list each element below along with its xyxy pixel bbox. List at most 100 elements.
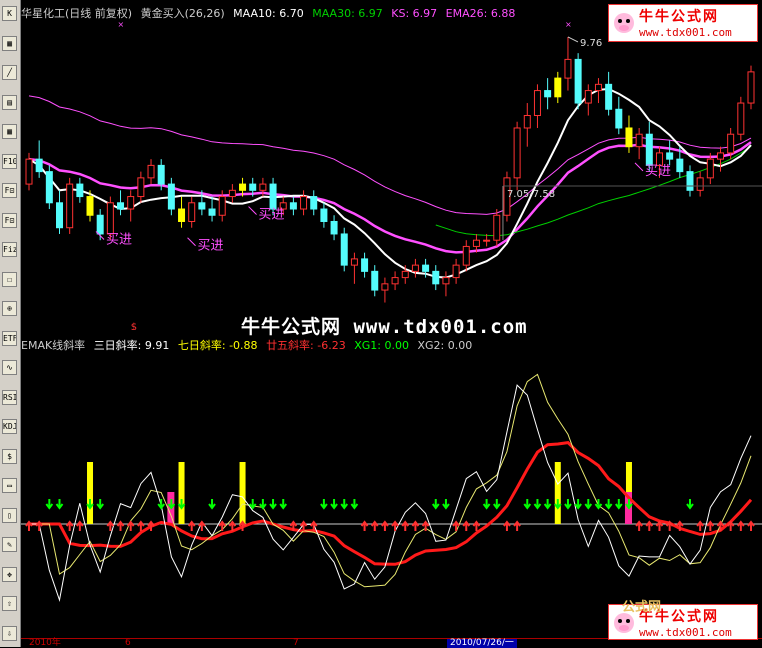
fiz-icon[interactable]: Fiz: [2, 242, 17, 257]
etf-icon[interactable]: ETF: [2, 330, 17, 346]
logo-url: www.tdx001.com: [639, 26, 732, 39]
down-signal-arrow: [442, 499, 450, 510]
up-signal-arrow: [381, 520, 389, 531]
down-signal-arrow: [157, 499, 165, 510]
price-panel[interactable]: 买进买进买进买进9.767.05-7.58×××$: [21, 0, 762, 330]
candle-chart-icon[interactable]: K: [2, 6, 17, 21]
down-signal-arrow: [543, 499, 552, 510]
pencil-icon[interactable]: ✎: [2, 537, 17, 552]
up-signal-arrow: [462, 520, 471, 531]
candle: [371, 270, 379, 291]
letter-box-icon[interactable]: ☐: [2, 271, 17, 287]
maa10-line: [28, 87, 752, 279]
slope3-line: [29, 384, 752, 602]
stock-s-icon[interactable]: $: [2, 448, 17, 464]
export-icon[interactable]: ▯: [2, 507, 17, 523]
candle: [442, 277, 450, 285]
line-chart-icon[interactable]: ╱: [2, 65, 17, 80]
signal-bar: [239, 462, 246, 524]
range-label: 7.05-7.58: [507, 189, 555, 200]
candle: [198, 202, 206, 210]
main-header: 华星化工(日线 前复权) 黄金买入(26,26) MAA10: 6.70 MAA…: [21, 5, 520, 21]
down-signal-arrow: [564, 499, 572, 510]
drawing-icon[interactable]: ▭: [2, 478, 17, 493]
f10-detail-icon[interactable]: F⊡: [2, 183, 17, 198]
maa30-value: MAA30: 6.97: [312, 7, 383, 20]
slope-panel[interactable]: [21, 334, 762, 634]
signal-bar: [554, 462, 561, 524]
up-signal-arrow: [370, 520, 379, 531]
candle: [747, 71, 755, 104]
candle: [686, 171, 694, 191]
kdj-icon[interactable]: KDJ: [2, 419, 17, 434]
watermark-text: 牛牛公式网 www.tdx001.com: [241, 316, 528, 338]
up-signal-arrow: [116, 520, 125, 531]
ema26-value: EMA26: 6.88: [445, 7, 516, 20]
candle: [411, 264, 419, 272]
slope25-line: [29, 441, 753, 566]
candle: [554, 77, 562, 98]
candle: [513, 127, 521, 179]
down-signal-arrow: [523, 499, 532, 510]
wave-icon[interactable]: ∿: [2, 360, 17, 375]
buy-label: 买进: [198, 239, 224, 254]
buy-arrow: [248, 206, 257, 215]
table-icon[interactable]: ▦: [2, 35, 17, 51]
candle: [117, 202, 125, 210]
candle: [208, 208, 216, 216]
bar-view-icon[interactable]: ▤: [2, 94, 17, 110]
calendar-icon[interactable]: ▦: [2, 124, 17, 139]
up-signal-arrow: [503, 520, 511, 531]
down-signal-arrow: [584, 499, 593, 510]
candle: [157, 164, 165, 185]
slope7-line: [29, 373, 752, 588]
candle: [696, 177, 704, 191]
candle: [228, 189, 236, 198]
move-arrows-icon[interactable]: ✥: [2, 566, 17, 582]
indicator-name: 黄金买入(26,26): [140, 7, 225, 20]
f10-news-icon[interactable]: F⊡: [2, 212, 17, 228]
up-signal-arrow: [655, 520, 664, 531]
top-marker: ×: [118, 20, 125, 29]
logo-url: www.tdx001.com: [639, 626, 732, 639]
candle: [727, 133, 735, 154]
candle: [625, 127, 633, 148]
down-arrow-icon[interactable]: ⇩: [2, 625, 17, 641]
candle: [564, 58, 572, 79]
candle: [106, 202, 114, 235]
candle: [320, 208, 328, 222]
up-signal-arrow: [726, 520, 735, 531]
candle: [645, 133, 653, 166]
candle: [259, 183, 267, 191]
buy-arrow: [187, 237, 196, 247]
candle: [350, 258, 358, 266]
candle: [127, 196, 135, 210]
down-signal-arrow: [533, 499, 542, 510]
candle: [96, 214, 104, 235]
rsi-icon[interactable]: RSI: [2, 389, 17, 405]
zoom-icon[interactable]: ⊕: [2, 301, 17, 316]
up-signal-arrow: [411, 520, 420, 531]
buy-label: 买进: [645, 164, 671, 179]
up-arrow-icon[interactable]: ⇧: [2, 596, 17, 611]
high-label: 9.76: [580, 38, 602, 49]
candle: [269, 183, 277, 210]
down-signal-arrow: [340, 499, 349, 510]
maa10-value: MAA10: 6.70: [233, 7, 304, 20]
chart-area[interactable]: 买进买进买进买进9.767.05-7.58×××$ 华星化工(日线 前复权) 黄…: [21, 0, 762, 648]
candle: [381, 283, 389, 291]
logo-name: 牛牛公式网: [639, 9, 719, 25]
up-signal-arrow: [472, 520, 481, 531]
down-signal-arrow: [279, 499, 288, 510]
candle: [574, 58, 582, 104]
buy-arrow: [634, 162, 644, 172]
up-signal-arrow: [35, 520, 43, 531]
candle: [330, 220, 338, 235]
ema26-line: [28, 95, 752, 215]
f10-info-icon[interactable]: F10: [2, 153, 17, 169]
candle: [401, 270, 409, 279]
candle: [493, 214, 501, 241]
candle: [544, 90, 552, 98]
candle: [452, 264, 460, 279]
candle: [289, 202, 297, 210]
